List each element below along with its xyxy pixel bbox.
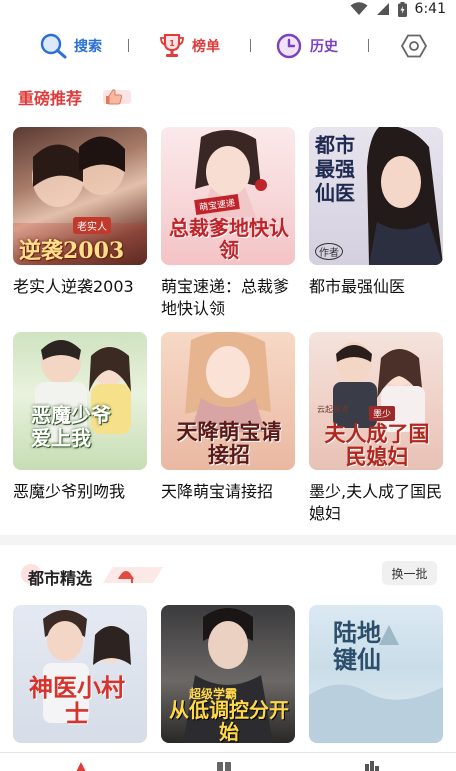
- refresh-batch-button[interactable]: 换一批: [382, 561, 437, 585]
- book-card[interactable]: 天降萌宝请接招 天降萌宝请接招: [161, 332, 295, 503]
- nav-search[interactable]: 搜索: [40, 32, 102, 60]
- nav-divider: [250, 39, 251, 52]
- bottom-nav: [0, 752, 456, 771]
- book-title: 墨少,夫人成了国民媳妇: [309, 482, 443, 523]
- book-cover[interactable]: 陆地键仙: [309, 605, 443, 743]
- section-title-featured: 重磅推荐: [18, 89, 83, 108]
- wifi-icon: [350, 2, 368, 15]
- book-card[interactable]: 陆地键仙: [309, 605, 443, 743]
- book-title: 萌宝速递：总裁爹地快认领: [161, 277, 290, 318]
- cover-title: 陆地键仙: [333, 618, 381, 674]
- category-tab-icon[interactable]: [364, 761, 380, 771]
- section-title-city: 都市精选: [28, 569, 93, 588]
- top-nav: 搜索 1 榜单 历史: [0, 24, 456, 68]
- book-title: 恶魔少爷别吻我: [13, 482, 126, 501]
- search-icon: [40, 33, 67, 59]
- book-card[interactable]: 恶魔少爷爱上我 恶魔少爷别吻我: [13, 332, 147, 503]
- nav-history[interactable]: 历史: [276, 32, 338, 60]
- book-cover[interactable]: 超级学霸 从低调控分开始: [161, 605, 295, 743]
- book-cover[interactable]: 萌宝速递 总裁爹地快认领: [161, 127, 295, 265]
- signal-icon: [376, 3, 389, 15]
- trophy-icon: 1: [160, 34, 184, 57]
- nav-history-label: 历史: [310, 39, 338, 55]
- status-bar: 6:41: [0, 0, 456, 22]
- cover-title: 神医小村士: [29, 673, 125, 728]
- clock-icon: [276, 33, 302, 59]
- book-tab-icon[interactable]: [216, 761, 232, 771]
- status-icons: 6:41: [350, 1, 446, 17]
- nav-divider: [128, 39, 129, 52]
- book-title: 都市最强仙医: [309, 277, 406, 296]
- book-card[interactable]: 超级学霸 从低调控分开始: [161, 605, 295, 743]
- book-card[interactable]: 都市最强仙医 作者 都市最强仙医: [309, 127, 443, 298]
- svg-text:1: 1: [169, 39, 175, 48]
- cover-title: 天降萌宝请接招: [176, 419, 282, 467]
- cover-subtitle: 墨少: [369, 406, 396, 421]
- nav-divider: [368, 39, 369, 52]
- book-cover[interactable]: 都市最强仙医 作者: [309, 127, 443, 265]
- book-cover[interactable]: 老实人 逆袭2003: [13, 127, 147, 265]
- thumbs-up-deco-icon: [103, 89, 131, 105]
- settings-button[interactable]: [400, 32, 428, 60]
- cover-title: 恶魔少爷爱上我: [31, 403, 111, 450]
- book-cover[interactable]: 神医小村士: [13, 605, 147, 743]
- cover-title: 从低调控分开始: [169, 698, 289, 743]
- nav-ranking[interactable]: 1 榜单: [158, 32, 220, 60]
- cover-subtitle: 老实人: [73, 217, 111, 234]
- cover-title: 都市最强仙医: [315, 133, 355, 205]
- book-title: 老实人逆袭2003: [13, 277, 134, 296]
- book-title: 天降萌宝请接招: [161, 482, 274, 501]
- battery-icon: [397, 1, 407, 17]
- section-divider: [0, 535, 456, 545]
- book-card[interactable]: 萌宝速递 总裁爹地快认领 萌宝速递：总裁爹地快认领: [161, 127, 295, 320]
- book-cover[interactable]: 云起莫离 墨少 夫人成了国民媳妇: [309, 332, 443, 470]
- book-cover[interactable]: 天降萌宝请接招: [161, 332, 295, 470]
- book-card[interactable]: 老实人 逆袭2003 老实人逆袭2003: [13, 127, 147, 298]
- cover-title: 总裁爹地快认领: [169, 216, 289, 262]
- cover-author: 云起莫离: [317, 405, 349, 414]
- bookshelf-tab-icon[interactable]: [74, 761, 88, 771]
- cover-title: 夫人成了国民媳妇: [324, 421, 430, 469]
- settings-hexagon-icon: [400, 34, 428, 58]
- nav-search-label: 搜索: [74, 39, 102, 55]
- book-card[interactable]: 云起莫离 墨少 夫人成了国民媳妇 墨少,夫人成了国民媳妇: [309, 332, 443, 525]
- book-cover[interactable]: 恶魔少爷爱上我: [13, 332, 147, 470]
- nav-ranking-label: 榜单: [192, 39, 220, 55]
- status-time: 6:41: [414, 1, 446, 17]
- cover-title: 逆袭2003: [19, 238, 125, 264]
- cover-subtitle: 作者: [315, 243, 343, 260]
- book-card[interactable]: 神医小村士: [13, 605, 147, 743]
